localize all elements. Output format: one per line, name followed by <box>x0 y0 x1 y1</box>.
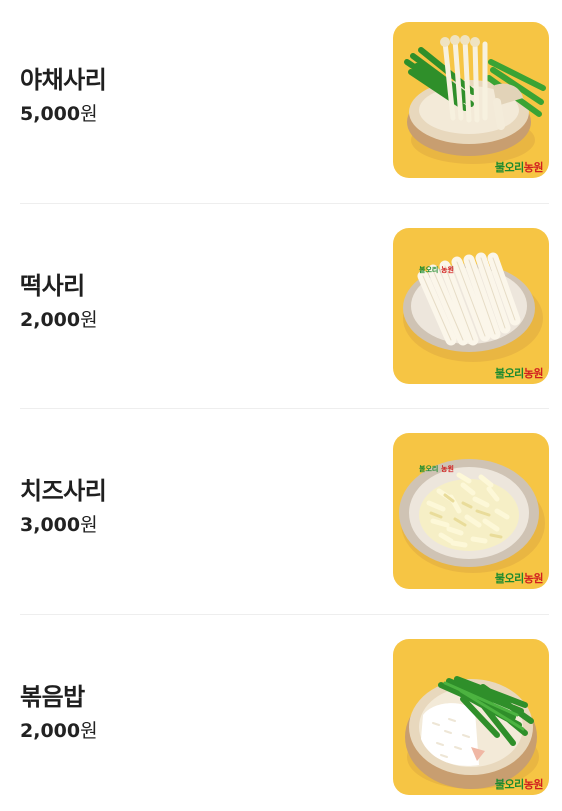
divider <box>20 614 549 615</box>
price-number: 5,000 <box>20 103 81 125</box>
menu-item-name: 치즈사리 <box>20 477 107 505</box>
svg-text:농원: 농원 <box>441 265 454 274</box>
menu-item-name: 볶음밥 <box>20 683 85 711</box>
fried-rice-bowl-illustration <box>405 676 539 789</box>
price-unit: 원 <box>80 103 98 125</box>
menu-item-price: 2,000원 <box>20 718 98 744</box>
menu-item-price: 3,000원 <box>20 512 106 538</box>
brand-logo: 불오리농원 <box>494 161 544 174</box>
brand-logo: 불오리농원 <box>494 572 544 585</box>
menu-item-text: 볶음밥 2,000원 <box>20 680 98 744</box>
menu-item-text: 치즈사리 3,000원 <box>20 474 107 538</box>
price-unit: 원 <box>80 309 98 331</box>
vegetable-side-bowl-image[interactable]: 불오리농원 <box>393 22 549 178</box>
rice-cake-side-bowl-image[interactable]: 불오리 농원 불오리농원 <box>393 228 549 384</box>
price-number: 3,000 <box>20 514 81 536</box>
brand-logo: 불오리농원 <box>494 778 544 791</box>
svg-text:농원: 농원 <box>441 464 454 473</box>
menu-item-cheese[interactable]: 치즈사리 3,000원 불오리 농원 불오리농원 <box>20 433 549 589</box>
svg-text:불오리: 불오리 <box>419 464 438 473</box>
menu-item-text: 야채사리 5,000원 <box>20 63 107 127</box>
cheese-plate-illustration: 불오리 농원 <box>399 459 545 573</box>
vegetable-bowl-illustration <box>404 35 546 164</box>
price-number: 2,000 <box>20 309 81 331</box>
menu-list: 야채사리 5,000원 불오리농원 떡사리 2,000원 불오리 농원 불오리농… <box>0 0 562 811</box>
menu-item-fried-rice[interactable]: 볶음밥 2,000원 불오리농원 <box>20 639 549 795</box>
menu-item-price: 5,000원 <box>20 101 106 127</box>
menu-item-name: 야채사리 <box>20 66 107 94</box>
price-number: 2,000 <box>20 720 81 742</box>
price-unit: 원 <box>80 514 98 536</box>
brand-logo: 불오리농원 <box>494 367 544 380</box>
price-unit: 원 <box>80 720 98 742</box>
menu-item-name: 떡사리 <box>20 272 85 300</box>
svg-text:불오리: 불오리 <box>419 265 438 274</box>
menu-item-vegetable[interactable]: 야채사리 5,000원 불오리농원 <box>20 22 549 178</box>
cheese-side-bowl-image[interactable]: 불오리 농원 불오리농원 <box>393 433 549 589</box>
menu-item-price: 2,000원 <box>20 307 98 333</box>
fried-rice-bowl-image[interactable]: 불오리농원 <box>393 639 549 795</box>
rice-cake-plate-illustration: 불오리 농원 <box>403 252 543 362</box>
divider <box>20 408 549 409</box>
menu-item-rice-cake[interactable]: 떡사리 2,000원 불오리 농원 불오리농원 <box>20 228 549 384</box>
menu-item-text: 떡사리 2,000원 <box>20 269 98 333</box>
divider <box>20 203 549 204</box>
